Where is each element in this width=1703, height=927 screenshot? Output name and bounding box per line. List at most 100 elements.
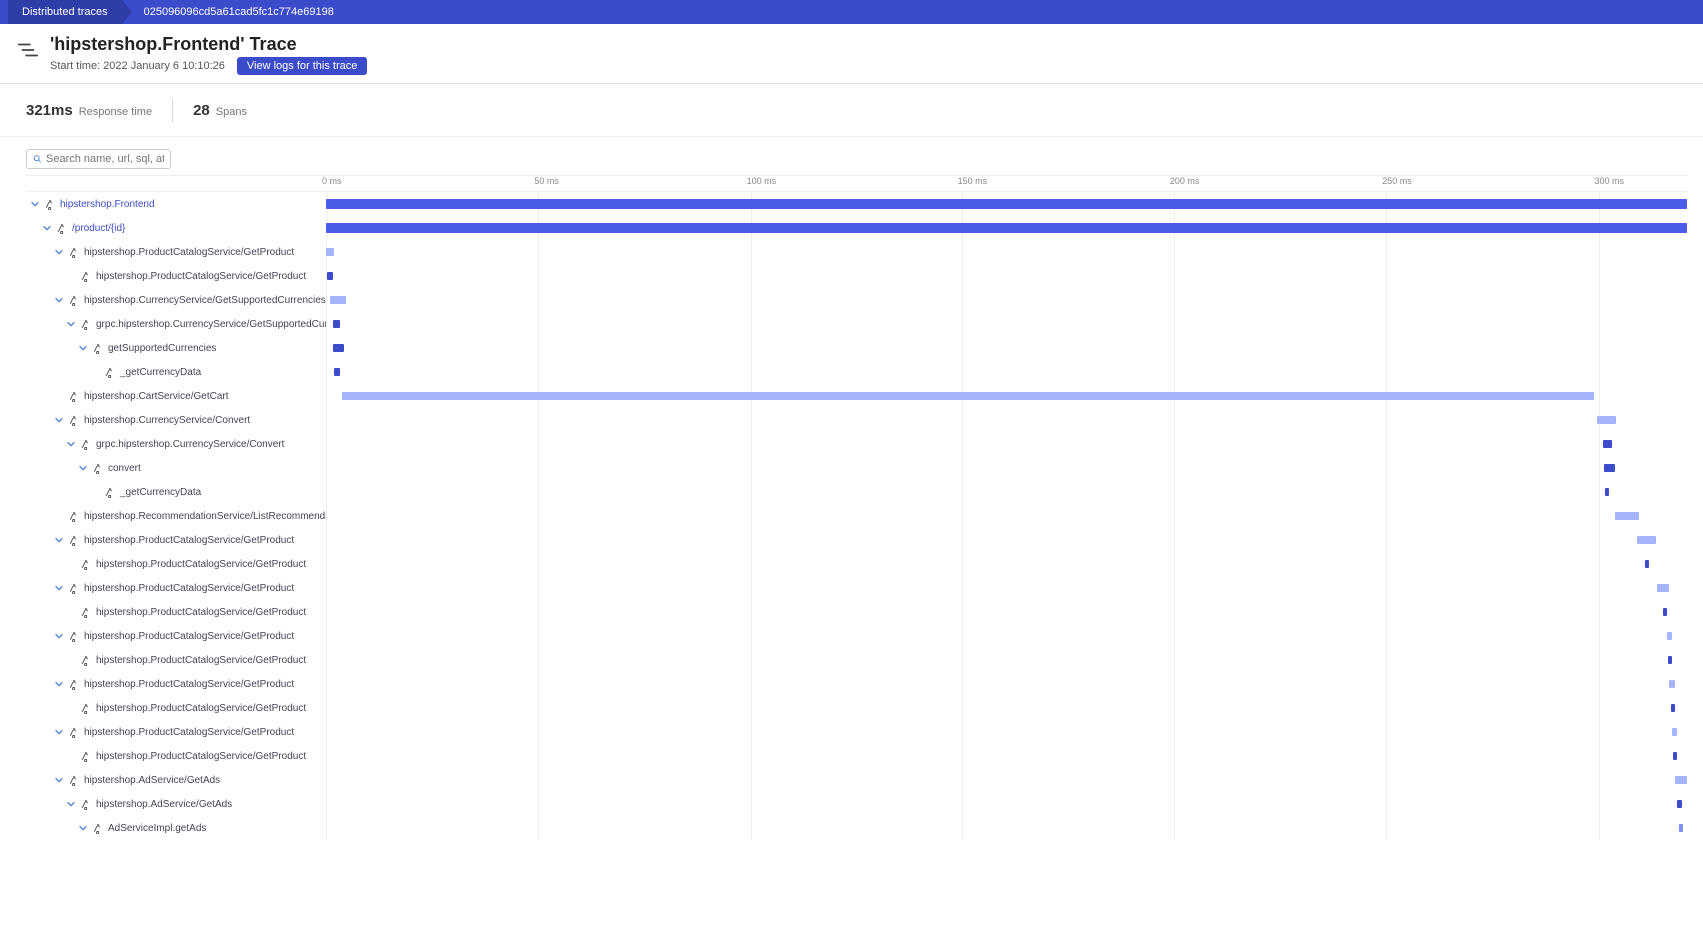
span-tree-row[interactable]: hipstershop.CurrencyService/GetSupported… xyxy=(26,288,326,312)
timeline-row[interactable] xyxy=(326,264,1687,288)
timeline-row[interactable] xyxy=(326,456,1687,480)
trace-icon xyxy=(16,38,40,62)
span-tree-row[interactable]: hipstershop.CartService/GetCart xyxy=(26,384,326,408)
timeline-row[interactable] xyxy=(326,648,1687,672)
span-tree-row[interactable]: hipstershop.ProductCatalogService/GetPro… xyxy=(26,672,326,696)
span-name: hipstershop.CurrencyService/GetSupported… xyxy=(84,295,326,306)
breadcrumb: Distributed traces 025096096cd5a61cad5fc… xyxy=(0,0,1703,24)
span-tree-row[interactable]: hipstershop.ProductCatalogService/GetPro… xyxy=(26,552,326,576)
span-name: hipstershop.ProductCatalogService/GetPro… xyxy=(96,751,306,762)
span-tree-row[interactable]: _getCurrencyData xyxy=(26,480,326,504)
search-box[interactable] xyxy=(26,149,171,169)
span-tree-row[interactable]: hipstershop.ProductCatalogService/GetPro… xyxy=(26,576,326,600)
span-tree-row[interactable]: /product/{id} xyxy=(26,216,326,240)
timeline-row[interactable] xyxy=(326,552,1687,576)
timeline-row[interactable] xyxy=(326,312,1687,336)
page-title: 'hipstershop.Frontend' Trace xyxy=(50,34,367,55)
timeline-row[interactable] xyxy=(326,576,1687,600)
span-tree-row[interactable]: hipstershop.ProductCatalogService/GetPro… xyxy=(26,600,326,624)
span-tree-row[interactable]: grpc.hipstershop.CurrencyService/Convert xyxy=(26,432,326,456)
timeline-row[interactable] xyxy=(326,432,1687,456)
span-name: hipstershop.ProductCatalogService/GetPro… xyxy=(84,727,294,738)
timeline-row[interactable] xyxy=(326,216,1687,240)
span-bar[interactable] xyxy=(326,248,334,256)
timeline-row[interactable] xyxy=(326,288,1687,312)
span-bar[interactable] xyxy=(1603,440,1613,448)
timeline-row[interactable] xyxy=(326,768,1687,792)
axis-tick-label: 100 ms xyxy=(747,176,777,186)
span-bar[interactable] xyxy=(1675,776,1687,784)
span-tree-row[interactable]: convert xyxy=(26,456,326,480)
timeline-row[interactable] xyxy=(326,696,1687,720)
span-tree-row[interactable]: hipstershop.Frontend xyxy=(26,192,326,216)
span-tree-row[interactable]: hipstershop.RecommendationService/ListRe… xyxy=(26,504,326,528)
span-bar[interactable] xyxy=(1615,512,1639,520)
span-name: hipstershop.ProductCatalogService/GetPro… xyxy=(96,703,306,714)
timeline-row[interactable] xyxy=(326,528,1687,552)
span-tree-row[interactable]: hipstershop.ProductCatalogService/GetPro… xyxy=(26,744,326,768)
span-tree-row[interactable]: hipstershop.ProductCatalogService/GetPro… xyxy=(26,696,326,720)
span-bar[interactable] xyxy=(333,320,340,328)
span-bar[interactable] xyxy=(342,392,1594,400)
span-tree-row[interactable]: hipstershop.ProductCatalogService/GetPro… xyxy=(26,264,326,288)
timeline-row[interactable] xyxy=(326,600,1687,624)
search-input[interactable] xyxy=(46,153,164,165)
span-tree-row[interactable]: getSupportedCurrencies xyxy=(26,336,326,360)
span-bar[interactable] xyxy=(1672,728,1677,736)
timeline-row[interactable] xyxy=(326,408,1687,432)
timeline-row[interactable] xyxy=(326,816,1687,840)
timeline-row[interactable] xyxy=(326,744,1687,768)
span-bar[interactable] xyxy=(1657,584,1669,592)
breadcrumb-trace-id[interactable]: 025096096cd5a61cad5fc1c774e69198 xyxy=(122,0,348,24)
timeline-row[interactable] xyxy=(326,792,1687,816)
timeline-row[interactable] xyxy=(326,672,1687,696)
axis-tick-label: 0 ms xyxy=(322,176,342,186)
span-name: /product/{id} xyxy=(72,223,125,234)
span-tree-row[interactable]: hipstershop.ProductCatalogService/GetPro… xyxy=(26,240,326,264)
span-tree-row[interactable]: AdServiceImpl.getAds xyxy=(26,816,326,840)
breadcrumb-root[interactable]: Distributed traces xyxy=(8,0,122,24)
timeline-row[interactable] xyxy=(326,384,1687,408)
span-tree-row[interactable]: hipstershop.ProductCatalogService/GetPro… xyxy=(26,624,326,648)
summary-bar: 321ms Response time 28 Spans xyxy=(0,84,1703,137)
span-bar[interactable] xyxy=(1671,704,1675,712)
span-bar[interactable] xyxy=(330,296,346,304)
span-tree-row[interactable]: hipstershop.ProductCatalogService/GetPro… xyxy=(26,528,326,552)
span-tree-row[interactable]: _getCurrencyData xyxy=(26,360,326,384)
timeline-row[interactable] xyxy=(326,624,1687,648)
span-bar[interactable] xyxy=(1669,680,1674,688)
timeline-row[interactable] xyxy=(326,240,1687,264)
span-tree-row[interactable]: hipstershop.ProductCatalogService/GetPro… xyxy=(26,648,326,672)
timeline-row[interactable] xyxy=(326,360,1687,384)
span-bar[interactable] xyxy=(327,272,332,280)
span-bar[interactable] xyxy=(1637,536,1656,544)
span-tree-row[interactable]: grpc.hipstershop.CurrencyService/GetSupp… xyxy=(26,312,326,336)
span-name: hipstershop.Frontend xyxy=(60,199,155,210)
span-bar[interactable] xyxy=(333,344,344,352)
response-time-stat: 321ms Response time xyxy=(26,102,152,119)
span-bar[interactable] xyxy=(1679,824,1683,832)
timeline-row[interactable] xyxy=(326,336,1687,360)
span-tree-row[interactable]: hipstershop.AdService/GetAds xyxy=(26,768,326,792)
timeline-row[interactable] xyxy=(326,504,1687,528)
view-logs-button[interactable]: View logs for this trace xyxy=(237,57,367,75)
timeline-row[interactable] xyxy=(326,192,1687,216)
span-bar[interactable] xyxy=(1645,560,1649,568)
timeline-row[interactable] xyxy=(326,480,1687,504)
span-bar[interactable] xyxy=(1663,608,1667,616)
span-bar[interactable] xyxy=(326,199,1687,209)
span-bar[interactable] xyxy=(326,223,1687,233)
span-tree-row[interactable]: hipstershop.AdService/GetAds xyxy=(26,792,326,816)
span-bar[interactable] xyxy=(1677,800,1681,808)
span-bar[interactable] xyxy=(1667,632,1672,640)
span-bar[interactable] xyxy=(1597,416,1616,424)
span-tree-row[interactable]: hipstershop.CurrencyService/Convert xyxy=(26,408,326,432)
span-bar[interactable] xyxy=(1604,464,1615,472)
span-tree-row[interactable]: hipstershop.ProductCatalogService/GetPro… xyxy=(26,720,326,744)
span-bar[interactable] xyxy=(334,368,339,376)
span-bar[interactable] xyxy=(1668,656,1672,664)
span-bar[interactable] xyxy=(1673,752,1677,760)
timeline-row[interactable] xyxy=(326,720,1687,744)
span-bar[interactable] xyxy=(1605,488,1609,496)
span-name: hipstershop.ProductCatalogService/GetPro… xyxy=(84,247,294,258)
